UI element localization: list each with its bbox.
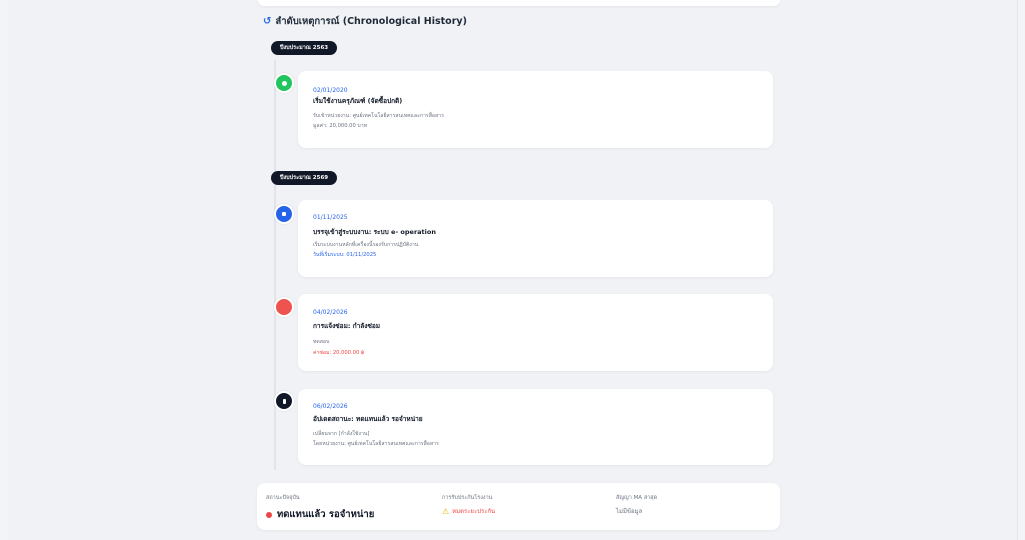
ma-contract-value: ไม่มีข้อมูล [616, 508, 643, 515]
event-card-system-assign: 01/11/2025 บรรจุเข้าสู่ระบบงาน: ระบบ e- … [298, 200, 773, 277]
status-dot-icon [266, 511, 272, 518]
previous-card-edge [258, 0, 780, 6]
event-title: อัปเดตสถานะ: ทดแทนแล้ว รอจำหน่าย [313, 415, 423, 423]
event-title: เริ่มใช้งานครุภัณฑ์ (จัดซื้อปกติ) [313, 97, 403, 105]
event-title: บรรจุเข้าสู่ระบบงาน: ระบบ e- operation [313, 228, 436, 236]
event-date: 02/01/2020 [313, 87, 348, 94]
event-title: การแจ้งซ่อม: กำลังซ่อม [313, 322, 381, 330]
event-date: 01/11/2025 [313, 214, 348, 221]
document-icon [274, 391, 294, 411]
ma-contract-label: สัญญา MA ล่าสุด [616, 495, 658, 501]
timeline-line [274, 60, 276, 470]
warning-icon: ⚠ [442, 506, 450, 516]
event-start-date: วันที่เริ่มระบบ: 01/11/2025 [313, 252, 377, 258]
event-detail: รับเข้าหน่วยงาน: ศูนย์เทคโนโลยีสารสนเทศแ… [313, 113, 444, 119]
current-status-value: ทดแทนแล้ว รอจำหน่าย [266, 507, 374, 522]
event-date: 04/02/2026 [313, 309, 348, 316]
event-card-start-use: 02/01/2020 เริ่มใช้งานครุภัณฑ์ (จัดซื้อป… [298, 71, 773, 148]
history-title-text: ลำดับเหตุการณ์ (Chronological History) [275, 16, 467, 27]
event-card-repair: 04/02/2026 การแจ้งซ่อม: กำลังซ่อม ทดสอบ … [298, 294, 773, 371]
event-card-status-update: 06/02/2026 อัปเดตสถานะ: ทดแทนแล้ว รอจำหน… [298, 389, 773, 465]
current-status-label: สถานะปัจจุบัน [266, 495, 300, 501]
event-detail: เปลี่ยนจาก [กำลังใช้งาน] [313, 431, 370, 437]
event-unit: โดยหน่วยงาน: ศูนย์เทคโนโลยีสารสนเทศและกา… [313, 441, 439, 447]
year-badge-2569: ปีงบประมาณ 2569 [271, 171, 338, 185]
import-icon [274, 204, 294, 224]
current-status-text: ทดแทนแล้ว รอจำหน่าย [277, 509, 375, 520]
history-section-title: ↺ ลำดับเหตุการณ์ (Chronological History) [263, 14, 467, 29]
history-icon: ↺ [263, 16, 272, 27]
warranty-value: ⚠ หมดระยะประกัน [442, 506, 495, 516]
repair-icon [274, 297, 294, 317]
warranty-value-text: หมดระยะประกัน [452, 508, 496, 515]
warranty-label: การรับประกันโรงงาน [442, 495, 493, 501]
event-value: มูลค่า: 20,000.00 บาท [313, 123, 368, 129]
event-detail: ทดสอบ [313, 339, 330, 345]
event-date: 06/02/2026 [313, 403, 348, 410]
gear-icon [274, 73, 294, 93]
year-badge-2563: ปีงบประมาณ 2563 [271, 41, 338, 55]
event-repair-cost: ค่าซ่อม: 20,000.00 ฿ [313, 350, 365, 356]
event-detail: เริ่มระบบงานหลักที่เครื่องนี้รองรับการปฏ… [313, 242, 419, 248]
status-summary-card: สถานะปัจจุบัน ทดแทนแล้ว รอจำหน่าย การรับ… [257, 483, 780, 530]
